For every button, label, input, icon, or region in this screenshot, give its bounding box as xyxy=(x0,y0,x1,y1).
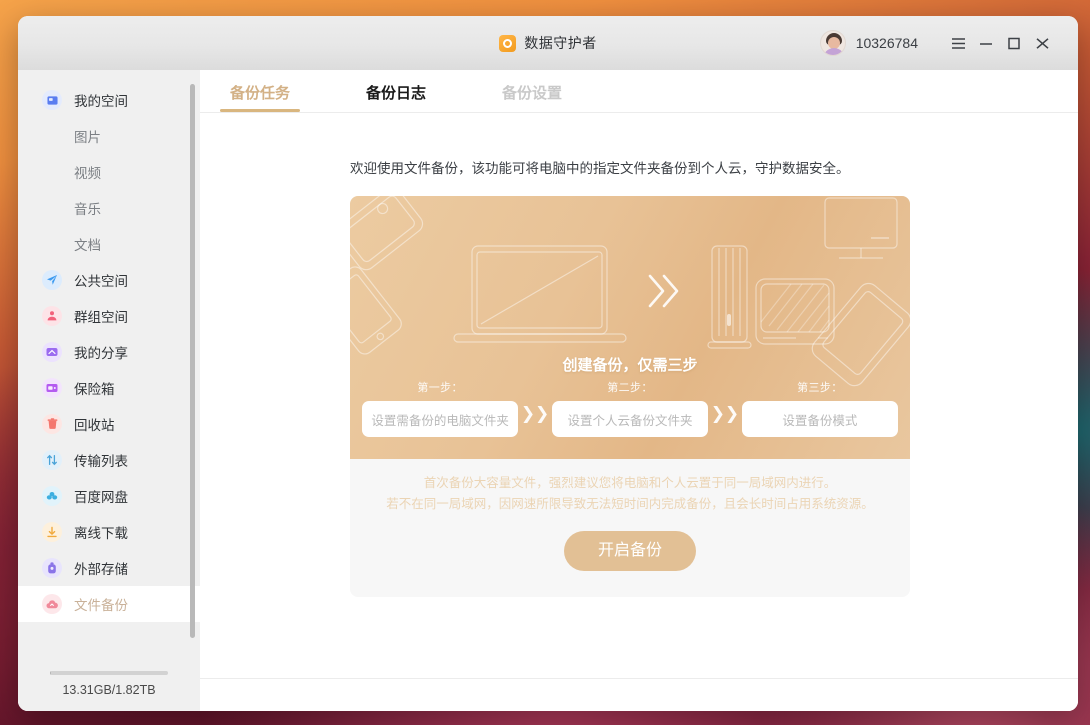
cloud-disk-icon xyxy=(42,486,62,506)
sidebar-item-label: 公共空间 xyxy=(74,270,128,290)
storage-quota-bar xyxy=(50,671,168,675)
title-bar: 数据守护者 10326784 xyxy=(18,16,1078,70)
backup-cloud-icon xyxy=(42,594,62,614)
sidebar-item-3[interactable]: 音乐 xyxy=(18,190,200,226)
backup-intro-card: 创建备份，仅需三步 第一步： 设置需备份的电脑文件夹 ❯❯ 第二步： 设置个人云… xyxy=(350,196,910,597)
share-icon xyxy=(42,342,62,362)
sidebar-item-9[interactable]: 回收站 xyxy=(18,406,200,442)
start-backup-button[interactable]: 开启备份 xyxy=(564,531,696,571)
notice-line-1: 首次备份大容量文件，强烈建议您将电脑和个人云置于同一局域网内进行。 xyxy=(350,473,910,494)
backup-banner: 创建备份，仅需三步 第一步： 设置需备份的电脑文件夹 ❯❯ 第二步： 设置个人云… xyxy=(350,196,910,459)
sidebar-item-label: 图片 xyxy=(74,126,101,146)
sidebar-item-6[interactable]: 群组空间 xyxy=(18,298,200,334)
sidebar-item-8[interactable]: 保险箱 xyxy=(18,370,200,406)
cta-row: 开启备份 xyxy=(350,515,910,597)
avatar[interactable] xyxy=(820,30,846,56)
minimize-icon[interactable] xyxy=(972,29,1000,57)
trash-icon xyxy=(42,414,62,434)
sidebar-item-label: 视频 xyxy=(74,162,101,182)
sidebar-item-7[interactable]: 我的分享 xyxy=(18,334,200,370)
title-bar-right: 10326784 xyxy=(820,29,1078,57)
app-logo-icon xyxy=(499,35,516,52)
username-label: 10326784 xyxy=(856,35,918,51)
step-3-input[interactable]: 设置备份模式 xyxy=(742,401,898,437)
sidebar-item-4[interactable]: 文档 xyxy=(18,226,200,262)
sidebar-nav: 我的空间图片视频音乐文档公共空间群组空间我的分享保险箱回收站传输列表百度网盘离线… xyxy=(18,70,200,671)
sidebar-item-1[interactable]: 图片 xyxy=(18,118,200,154)
backup-notice: 首次备份大容量文件，强烈建议您将电脑和个人云置于同一局域网内进行。 若不在同一局… xyxy=(350,459,910,515)
step-2: 第二步： 设置个人云备份文件夹 xyxy=(552,379,708,437)
sidebar-item-label: 我的分享 xyxy=(74,342,128,362)
transfer-icon xyxy=(42,450,62,470)
step-separator-2-icon: ❯❯ xyxy=(708,379,742,422)
steps-row: 第一步： 设置需备份的电脑文件夹 ❯❯ 第二步： 设置个人云备份文件夹 ❯❯ 第… xyxy=(362,379,898,437)
step-1: 第一步： 设置需备份的电脑文件夹 xyxy=(362,379,518,437)
storage-quota: 13.31GB/1.82TB xyxy=(18,671,200,711)
content-area: 备份任务 备份日志 备份设置 欢迎使用文件备份，该功能可将电脑中的指定文件夹备份… xyxy=(200,70,1078,711)
sidebar-item-14[interactable]: 文件备份 xyxy=(18,586,200,622)
sidebar-item-2[interactable]: 视频 xyxy=(18,154,200,190)
sidebar-item-11[interactable]: 百度网盘 xyxy=(18,478,200,514)
safe-box-icon xyxy=(42,378,62,398)
sidebar-item-10[interactable]: 传输列表 xyxy=(18,442,200,478)
step-3: 第三步： 设置备份模式 xyxy=(742,379,898,437)
tab-backup-tasks[interactable]: 备份任务 xyxy=(220,82,300,112)
storage-quota-label: 13.31GB/1.82TB xyxy=(18,683,200,697)
sidebar-item-label: 文档 xyxy=(74,234,101,254)
step-2-input[interactable]: 设置个人云备份文件夹 xyxy=(552,401,708,437)
sidebar-item-label: 外部存储 xyxy=(74,558,128,578)
sidebar-item-label: 百度网盘 xyxy=(74,486,128,506)
content-footer-divider xyxy=(200,678,1078,679)
step-1-label: 第一步： xyxy=(362,379,518,395)
close-icon[interactable] xyxy=(1028,29,1056,57)
sidebar-item-label: 我的空间 xyxy=(74,90,128,110)
welcome-text: 欢迎使用文件备份，该功能可将电脑中的指定文件夹备份到个人云，守护数据安全。 xyxy=(350,157,1078,177)
step-separator-1-icon: ❯❯ xyxy=(518,379,552,422)
step-3-label: 第三步： xyxy=(742,379,898,395)
sidebar-scrollbar[interactable] xyxy=(190,84,195,638)
usb-drive-icon xyxy=(42,558,62,578)
tab-backup-logs[interactable]: 备份日志 xyxy=(356,82,436,112)
backup-tasks-pane: 欢迎使用文件备份，该功能可将电脑中的指定文件夹备份到个人云，守护数据安全。 xyxy=(200,113,1078,711)
group-icon xyxy=(42,306,62,326)
send-icon xyxy=(42,270,62,290)
app-window: 数据守护者 10326784 我的空间图片视频音乐文档公共空间群组空间我的分享保 xyxy=(18,16,1078,711)
sidebar-item-label: 群组空间 xyxy=(74,306,128,326)
sidebar: 我的空间图片视频音乐文档公共空间群组空间我的分享保险箱回收站传输列表百度网盘离线… xyxy=(18,70,200,711)
sidebar-item-label: 离线下载 xyxy=(74,522,128,542)
download-icon xyxy=(42,522,62,542)
window-body: 我的空间图片视频音乐文档公共空间群组空间我的分享保险箱回收站传输列表百度网盘离线… xyxy=(18,70,1078,711)
sidebar-item-label: 保险箱 xyxy=(74,378,115,398)
sidebar-item-label: 回收站 xyxy=(74,414,115,434)
sidebar-item-12[interactable]: 离线下载 xyxy=(18,514,200,550)
sidebar-item-label: 音乐 xyxy=(74,198,101,218)
sidebar-item-5[interactable]: 公共空间 xyxy=(18,262,200,298)
banner-heading: 创建备份，仅需三步 xyxy=(350,354,910,375)
folder-icon xyxy=(42,90,62,110)
maximize-icon[interactable] xyxy=(1000,29,1028,57)
sidebar-item-0[interactable]: 我的空间 xyxy=(18,82,200,118)
step-2-label: 第二步： xyxy=(552,379,708,395)
sidebar-item-13[interactable]: 外部存储 xyxy=(18,550,200,586)
sidebar-item-label: 传输列表 xyxy=(74,450,128,470)
app-title: 数据守护者 xyxy=(524,33,597,53)
notice-line-2: 若不在同一局域网，因网速所限导致无法短时间内完成备份，且会长时间占用系统资源。 xyxy=(350,494,910,515)
tab-bar: 备份任务 备份日志 备份设置 xyxy=(200,70,1078,113)
menu-icon[interactable] xyxy=(944,29,972,57)
step-1-input[interactable]: 设置需备份的电脑文件夹 xyxy=(362,401,518,437)
sidebar-item-label: 文件备份 xyxy=(74,594,128,614)
tab-backup-settings[interactable]: 备份设置 xyxy=(492,82,572,112)
